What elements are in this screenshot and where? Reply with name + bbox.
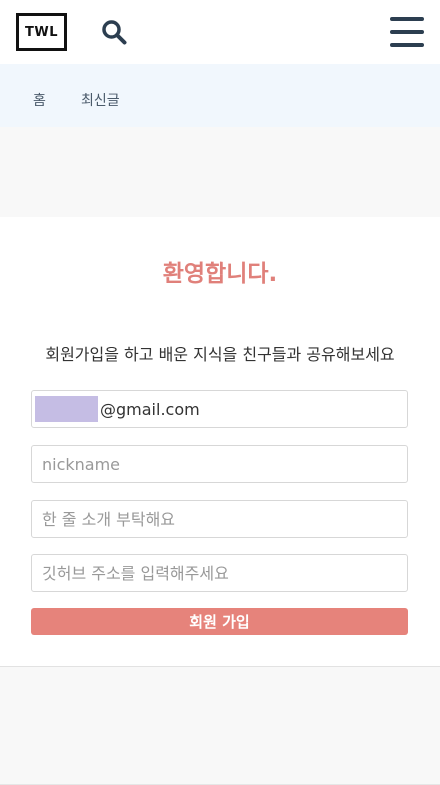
search-icon <box>102 20 127 45</box>
signup-intro-text: 회원가입을 하고 배운 지식을 친구들과 공유해보세요 <box>45 345 395 364</box>
nickname-input[interactable] <box>31 445 408 483</box>
email-domain: @gmail.com <box>100 399 200 419</box>
nav-item-home[interactable]: 홈 <box>33 90 46 110</box>
hamburger-menu-icon-bar <box>390 30 424 34</box>
menu-button[interactable] <box>390 17 424 47</box>
hamburger-menu-icon <box>390 17 424 21</box>
nav-bar: 홈 최신글 <box>0 64 440 127</box>
email-field[interactable]: @gmail.com <box>31 390 408 428</box>
bio-input[interactable] <box>31 500 408 538</box>
nav-item-latest[interactable]: 최신글 <box>81 90 120 110</box>
signup-card: 환영합니다. 회원가입을 하고 배운 지식을 친구들과 공유해보세요 @gmai… <box>0 217 440 667</box>
github-url-input[interactable] <box>31 554 408 592</box>
logo[interactable]: TWL <box>16 13 67 51</box>
signup-submit-button[interactable]: 회원 가입 <box>31 608 408 635</box>
search-button[interactable] <box>99 17 129 47</box>
top-header: TWL <box>0 0 440 64</box>
email-redaction <box>35 396 98 422</box>
hamburger-menu-icon-bar <box>390 43 424 47</box>
welcome-title: 환영합니다. <box>162 261 278 287</box>
